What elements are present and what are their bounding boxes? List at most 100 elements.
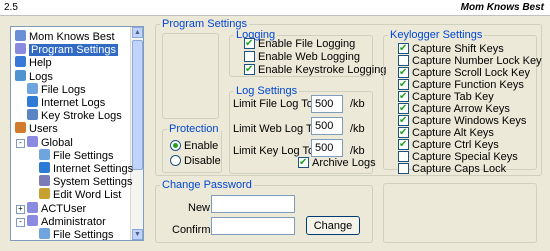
keylogger-checkbox[interactable]: Capture Caps Lock bbox=[398, 163, 506, 176]
app-name: Mom Knows Best bbox=[460, 2, 544, 13]
checkbox-box[interactable] bbox=[398, 90, 409, 103]
tree-item[interactable]: - Global bbox=[16, 135, 73, 149]
logging-checkbox[interactable]: Enable Keystroke Logging bbox=[244, 63, 387, 77]
keylogger-checkbox-label: Capture Shift Keys bbox=[412, 43, 504, 55]
tree-item[interactable]: System Settings bbox=[39, 175, 132, 188]
disable-label: Disable bbox=[184, 155, 221, 167]
change-password-button[interactable]: Change bbox=[306, 216, 360, 235]
logs-icon bbox=[15, 69, 26, 81]
tree-item[interactable]: Program Settings bbox=[15, 43, 118, 57]
tree-item[interactable]: File Settings bbox=[39, 228, 114, 240]
tree-item-label: Mom Knows Best bbox=[29, 31, 115, 43]
navigation-tree[interactable]: ▲ ▼ Mom Knows Best Program Settings Help Lo… bbox=[10, 26, 144, 241]
archive-logs-label: Archive Logs bbox=[312, 157, 376, 169]
archive-logs-box[interactable] bbox=[298, 156, 309, 169]
keylogger-checkbox-label: Capture Caps Lock bbox=[412, 163, 507, 175]
tree-item[interactable]: Logs bbox=[15, 69, 53, 83]
globe-icon bbox=[39, 162, 50, 173]
tree-item[interactable]: File Settings bbox=[39, 148, 114, 162]
tree-item-label: Users bbox=[29, 123, 58, 136]
tree-item[interactable]: Users bbox=[15, 122, 58, 135]
tree-item-label: Key Stroke Logs bbox=[41, 110, 122, 123]
file-settings-icon bbox=[39, 228, 50, 239]
collapse-icon[interactable]: - bbox=[16, 138, 25, 148]
tree-item[interactable]: Internet Logs bbox=[27, 96, 105, 109]
checkbox-box[interactable] bbox=[398, 66, 409, 79]
web-log-unit: /kb bbox=[350, 123, 365, 135]
expand-icon[interactable]: + bbox=[16, 204, 25, 214]
tree-item-label: Internet Settings bbox=[53, 163, 134, 175]
tree-item[interactable]: + ACTUser bbox=[16, 201, 87, 215]
blank-panel bbox=[162, 33, 219, 119]
archive-logs-checkbox[interactable]: Archive Logs bbox=[298, 156, 376, 170]
tree-item[interactable]: Help bbox=[15, 56, 52, 69]
logging-checkbox-label: Enable File Logging bbox=[258, 38, 356, 50]
scroll-up-button[interactable]: ▲ bbox=[132, 27, 143, 38]
protection-disable-radio[interactable]: Disable bbox=[170, 155, 221, 168]
tree-item[interactable]: Internet Settings bbox=[39, 162, 133, 175]
key-log-unit: /kb bbox=[350, 145, 365, 157]
checkbox-box[interactable] bbox=[398, 163, 409, 174]
new-password-label: New: bbox=[188, 202, 214, 214]
key-log-limit-input[interactable] bbox=[311, 139, 343, 157]
title-bar: 2.5 Mom Knows Best bbox=[0, 0, 550, 16]
confirm-password-input[interactable] bbox=[211, 217, 295, 235]
bottom-right-panel bbox=[383, 183, 537, 243]
tree-item[interactable]: Edit Word List bbox=[39, 188, 121, 201]
help-icon bbox=[15, 56, 26, 68]
tree-item-label: Administrator bbox=[41, 215, 106, 228]
keylogger-checkbox-label: Capture Windows Keys bbox=[412, 115, 527, 127]
tree-item[interactable]: - Administrator bbox=[16, 214, 106, 228]
tree-item-label: ACTUser bbox=[41, 202, 87, 215]
tree-item-label: Logs bbox=[29, 70, 53, 83]
keylogger-checkbox-label: Capture Function Keys bbox=[412, 79, 524, 91]
checkbox-box[interactable] bbox=[244, 37, 255, 50]
logging-checkbox[interactable]: Enable File Logging bbox=[244, 37, 356, 51]
home-icon bbox=[15, 30, 26, 41]
collapse-icon[interactable]: - bbox=[16, 217, 25, 227]
logging-checkbox-label: Enable Keystroke Logging bbox=[258, 64, 387, 76]
confirm-password-label: Confirm: bbox=[172, 224, 214, 236]
globe-icon bbox=[27, 96, 38, 107]
checkbox-box[interactable] bbox=[398, 151, 409, 162]
disable-radio-dot[interactable] bbox=[170, 155, 181, 166]
enable-radio-dot[interactable] bbox=[170, 140, 181, 151]
protection-title: Protection bbox=[169, 123, 219, 135]
tree-item-label: File Settings bbox=[53, 149, 114, 162]
checkbox-box[interactable] bbox=[244, 63, 255, 76]
tree-item-label: Help bbox=[29, 57, 52, 70]
scroll-thumb[interactable] bbox=[132, 40, 143, 170]
keylogger-checkbox-label: Capture Scroll Lock Key bbox=[412, 67, 530, 79]
new-password-input[interactable] bbox=[211, 195, 295, 213]
users-icon bbox=[15, 122, 26, 134]
checkbox-box[interactable] bbox=[398, 114, 409, 127]
keylogger-checkbox-label: Capture Arrow Keys bbox=[412, 103, 510, 115]
log-settings-title: Log Settings bbox=[236, 85, 298, 97]
file-log-limit-input[interactable] bbox=[311, 95, 343, 113]
checkbox-box[interactable] bbox=[398, 55, 409, 66]
checkbox-box[interactable] bbox=[398, 126, 409, 139]
keylogger-checkbox-label: Capture Tab Key bbox=[412, 91, 494, 103]
tree-item[interactable]: File Logs bbox=[27, 82, 86, 96]
gear-icon bbox=[27, 201, 38, 213]
tree-item[interactable]: Key Stroke Logs bbox=[27, 109, 122, 122]
tree-item[interactable]: Mom Knows Best bbox=[15, 30, 115, 43]
logging-checkbox[interactable]: Enable Web Logging bbox=[244, 51, 360, 64]
change-password-title: Change Password bbox=[162, 179, 252, 191]
checkbox-box[interactable] bbox=[244, 51, 255, 62]
tree-item-label: File Logs bbox=[41, 83, 86, 96]
checkbox-box[interactable] bbox=[398, 42, 409, 55]
web-log-limit-input[interactable] bbox=[311, 117, 343, 135]
gear-icon bbox=[15, 43, 26, 55]
tree-item-label: Program Settings bbox=[29, 44, 118, 57]
checkbox-box[interactable] bbox=[398, 138, 409, 151]
enable-label: Enable bbox=[184, 140, 219, 152]
keylogger-checkbox-label: Capture Number Lock Key bbox=[412, 55, 542, 67]
tree-scrollbar[interactable]: ▲ ▼ bbox=[130, 27, 143, 240]
keyboard-icon bbox=[27, 109, 38, 121]
tree-item-label: Global bbox=[41, 136, 73, 149]
scroll-down-button[interactable]: ▼ bbox=[132, 229, 143, 240]
checkbox-box[interactable] bbox=[398, 78, 409, 91]
checkbox-box[interactable] bbox=[398, 102, 409, 115]
protection-enable-radio[interactable]: Enable bbox=[170, 140, 218, 153]
